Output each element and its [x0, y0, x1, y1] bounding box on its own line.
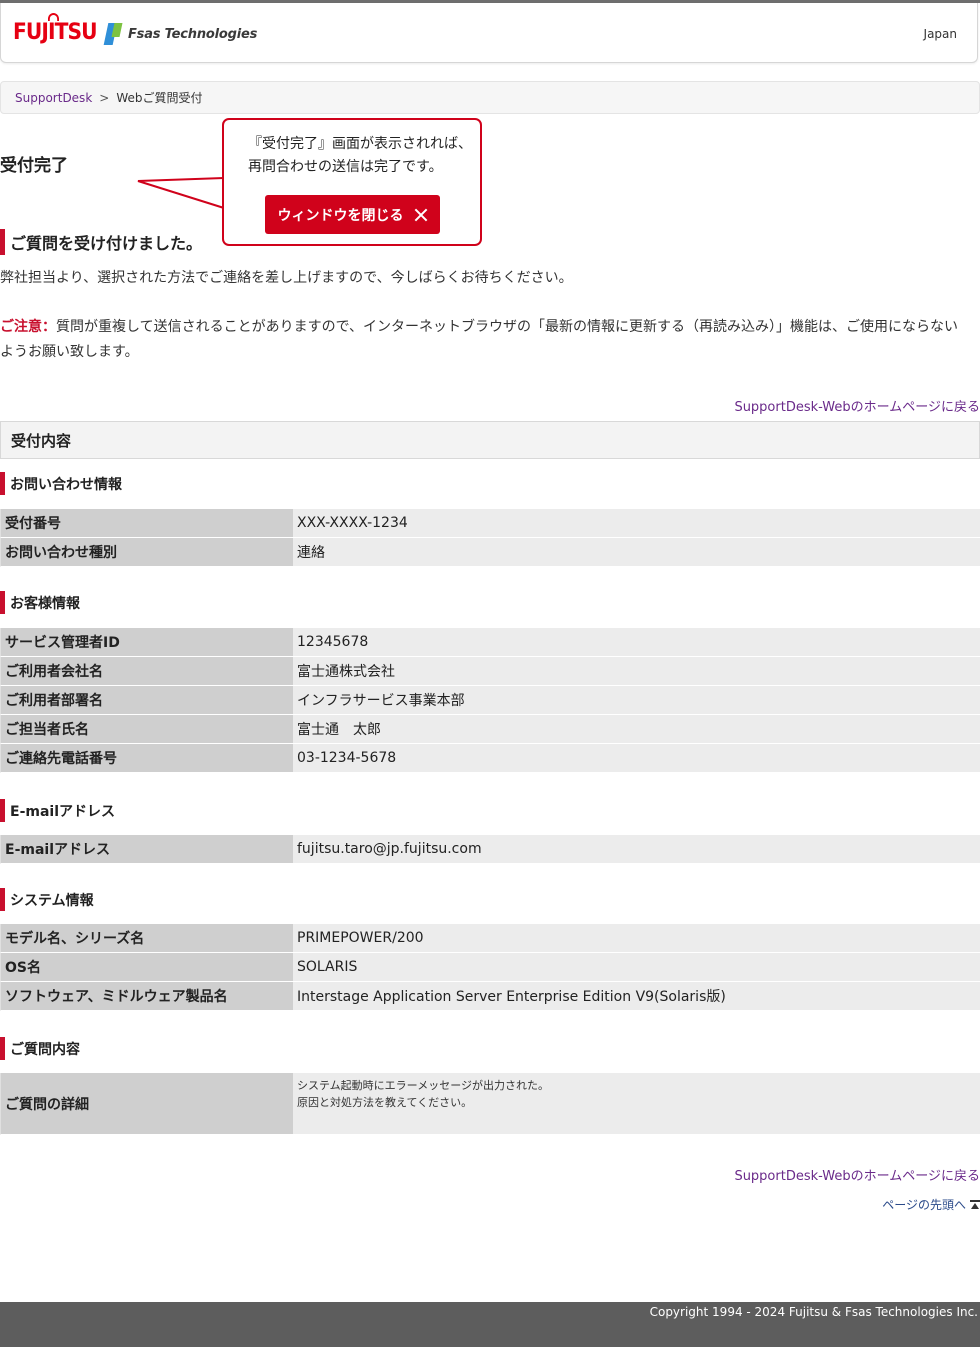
table-label: お問い合わせ種別 [0, 538, 293, 567]
received-message: 弊社担当より、選択された方法でご連絡を差し上げますので、今しばらくお待ちください… [0, 270, 573, 286]
system-table: モデル名、シリーズ名 PRIMEPOWER/200 OS名 SOLARIS ソフ… [0, 924, 980, 1011]
table-value: XXX-XXXX-1234 [293, 509, 980, 538]
table-label: モデル名、シリーズ名 [0, 924, 293, 953]
table-value: 富士通株式会社 [293, 657, 980, 686]
page-title: 受付完了 [0, 156, 68, 176]
table-row: ソフトウェア、ミドルウェア製品名 Interstage Application … [0, 982, 980, 1011]
table-value: Interstage Application Server Enterprise… [293, 982, 980, 1011]
table-label: サービス管理者ID [0, 628, 293, 657]
caution-line-1: 質問が重複して送信されることがありますので、インターネットブラウザの「最新の情報… [56, 319, 959, 335]
table-label: ご利用者会社名 [0, 657, 293, 686]
table-row: サービス管理者ID 12345678 [0, 628, 980, 657]
table-value: 03-1234-5678 [293, 744, 980, 773]
table-label: ご担当者氏名 [0, 715, 293, 744]
site-footer: Copyright 1994 - 2024 Fujitsu & Fsas Tec… [0, 1302, 980, 1347]
table-value: fujitsu.taro@jp.fujitsu.com [293, 835, 980, 864]
question-table: ご質問の詳細 システム起動時にエラーメッセージが出力された。 原因と対処方法を教… [0, 1073, 980, 1135]
close-window-button[interactable]: ウィンドウを閉じる [265, 195, 440, 234]
breadcrumb-current: Webご質問受付 [116, 91, 203, 105]
region-link[interactable]: Japan [924, 27, 957, 41]
breadcrumb-separator: > [99, 90, 110, 105]
table-value: SOLARIS [293, 953, 980, 982]
fujitsu-logo-mark [47, 13, 59, 21]
table-row: 受付番号 XXX-XXXX-1234 [0, 509, 980, 538]
table-row: モデル名、シリーズ名 PRIMEPOWER/200 [0, 924, 980, 953]
question-detail-line-1: システム起動時にエラーメッセージが出力された。 [297, 1079, 550, 1092]
table-value: 連絡 [293, 538, 980, 567]
table-row: ご利用者会社名 富士通株式会社 [0, 657, 980, 686]
breadcrumb-home-link[interactable]: SupportDesk [15, 91, 92, 105]
table-row: ご連絡先電話番号 03-1234-5678 [0, 744, 980, 773]
table-row: ご担当者氏名 富士通 太郎 [0, 715, 980, 744]
copyright-text: Copyright 1994 - 2024 Fujitsu & Fsas Tec… [649, 1305, 978, 1319]
table-row: お問い合わせ種別 連絡 [0, 538, 980, 567]
table-row: ご質問の詳細 システム起動時にエラーメッセージが出力された。 原因と対処方法を教… [0, 1073, 980, 1135]
close-icon [414, 208, 428, 222]
table-label: ご質問の詳細 [0, 1073, 293, 1135]
table-value: PRIMEPOWER/200 [293, 924, 980, 953]
section-title-inquiry: お問い合わせ情報 [0, 472, 122, 495]
section-title-customer: お客様情報 [0, 591, 80, 614]
table-label: E-mailアドレス [0, 835, 293, 864]
close-window-label: ウィンドウを閉じる [277, 207, 404, 224]
breadcrumb: SupportDesk > Webご質問受付 [0, 81, 980, 114]
callout-line-2: 再問合わせの送信は完了です。 [248, 159, 443, 175]
site-header: FUJITSU Fsas Technologies Japan [0, 3, 978, 63]
instruction-callout: 『受付完了』画面が表示されれば、 再問合わせの送信は完了です。 ウィンドウを閉じ… [222, 118, 482, 246]
section-title-email: E-mailアドレス [0, 799, 115, 822]
fujitsu-logo-text: FUJITSU [13, 20, 98, 45]
table-label: ソフトウェア、ミドルウェア製品名 [0, 982, 293, 1011]
table-row: OS名 SOLARIS [0, 953, 980, 982]
back-to-top-link[interactable]: ページの先頭へ [882, 1196, 980, 1213]
home-link-top[interactable]: SupportDesk-Webのホームページに戻る [734, 396, 980, 415]
table-value: インフラサービス事業本部 [293, 686, 980, 715]
arrow-up-icon [970, 1199, 980, 1210]
received-heading: ご質問を受け付けました。 [0, 229, 202, 255]
fsas-logo-icon [103, 23, 123, 45]
question-detail-line-2: 原因と対処方法を教えてください。 [297, 1096, 473, 1109]
fsas-logo-text: Fsas Technologies [128, 26, 258, 42]
customer-table: サービス管理者ID 12345678 ご利用者会社名 富士通株式会社 ご利用者部… [0, 628, 980, 773]
fsas-logo[interactable]: Fsas Technologies [103, 22, 258, 46]
caution-notice: ご注意：質問が重複して送信されることがありますので、インターネットブラウザの「最… [0, 315, 980, 365]
table-label: ご利用者部署名 [0, 686, 293, 715]
table-label: OS名 [0, 953, 293, 982]
table-value: 富士通 太郎 [293, 715, 980, 744]
fujitsu-logo[interactable]: FUJITSU [13, 13, 98, 45]
table-value: 12345678 [293, 628, 980, 657]
callout-text: 『受付完了』画面が表示されれば、 再問合わせの送信は完了です。 [248, 133, 472, 179]
table-row: E-mailアドレス fujitsu.taro@jp.fujitsu.com [0, 835, 980, 864]
callout-pointer [137, 177, 225, 209]
callout-line-1: 『受付完了』画面が表示されれば、 [248, 136, 472, 152]
table-label: 受付番号 [0, 509, 293, 538]
back-to-top-label: ページの先頭へ [882, 1198, 966, 1212]
table-row: ご利用者部署名 インフラサービス事業本部 [0, 686, 980, 715]
question-detail-value: システム起動時にエラーメッセージが出力された。 原因と対処方法を教えてください。 [293, 1073, 980, 1135]
table-label: ご連絡先電話番号 [0, 744, 293, 773]
inquiry-table: 受付番号 XXX-XXXX-1234 お問い合わせ種別 連絡 [0, 509, 980, 567]
caution-line-2: ようお願い致します。 [0, 344, 139, 360]
email-table: E-mailアドレス fujitsu.taro@jp.fujitsu.com [0, 835, 980, 864]
panel-title: 受付内容 [0, 421, 980, 459]
section-title-system: システム情報 [0, 888, 94, 911]
caution-label: ご注意： [0, 319, 56, 335]
home-link-bottom[interactable]: SupportDesk-Webのホームページに戻る [734, 1165, 980, 1184]
section-title-question: ご質問内容 [0, 1037, 80, 1060]
